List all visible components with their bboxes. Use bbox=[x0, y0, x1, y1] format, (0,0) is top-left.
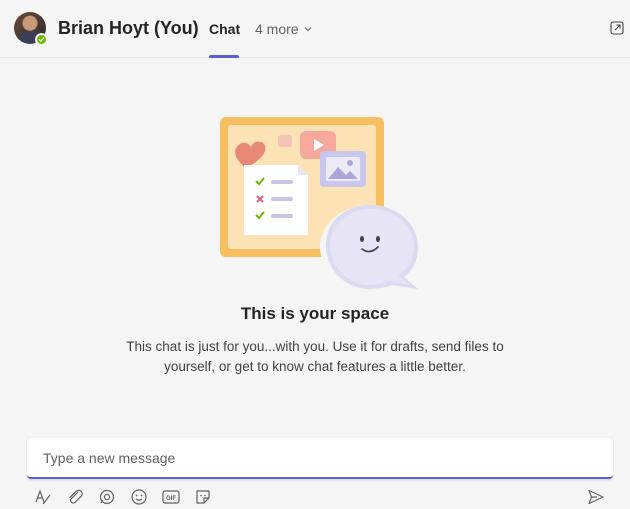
sticker-icon[interactable] bbox=[193, 487, 213, 507]
gif-label: GIF bbox=[166, 496, 176, 502]
empty-space-illustration bbox=[216, 113, 426, 293]
tab-chat[interactable]: Chat bbox=[209, 21, 240, 37]
gif-icon[interactable]: GIF bbox=[161, 487, 181, 507]
message-input[interactable] bbox=[43, 448, 583, 468]
send-icon[interactable] bbox=[586, 487, 606, 507]
chevron-down-icon bbox=[304, 27, 311, 32]
chat-header: Brian Hoyt (You) Chat 4 more bbox=[0, 0, 630, 58]
loop-icon[interactable] bbox=[97, 487, 117, 507]
avatar[interactable] bbox=[14, 12, 48, 46]
more-tabs-label: 4 more bbox=[255, 21, 299, 37]
more-tabs-button[interactable]: 4 more bbox=[255, 21, 313, 37]
empty-space-title: This is your space bbox=[240, 304, 390, 323]
presence-available-icon bbox=[35, 33, 48, 46]
compose-box bbox=[27, 438, 613, 479]
popout-icon[interactable] bbox=[610, 21, 624, 35]
chat-title: Brian Hoyt (You) bbox=[58, 18, 199, 38]
attach-icon[interactable] bbox=[65, 487, 85, 507]
format-icon[interactable] bbox=[33, 487, 53, 507]
active-tab-indicator bbox=[209, 55, 239, 58]
empty-space-description: This chat is just for you...with you. Us… bbox=[126, 339, 504, 374]
emoji-icon[interactable] bbox=[129, 487, 149, 507]
